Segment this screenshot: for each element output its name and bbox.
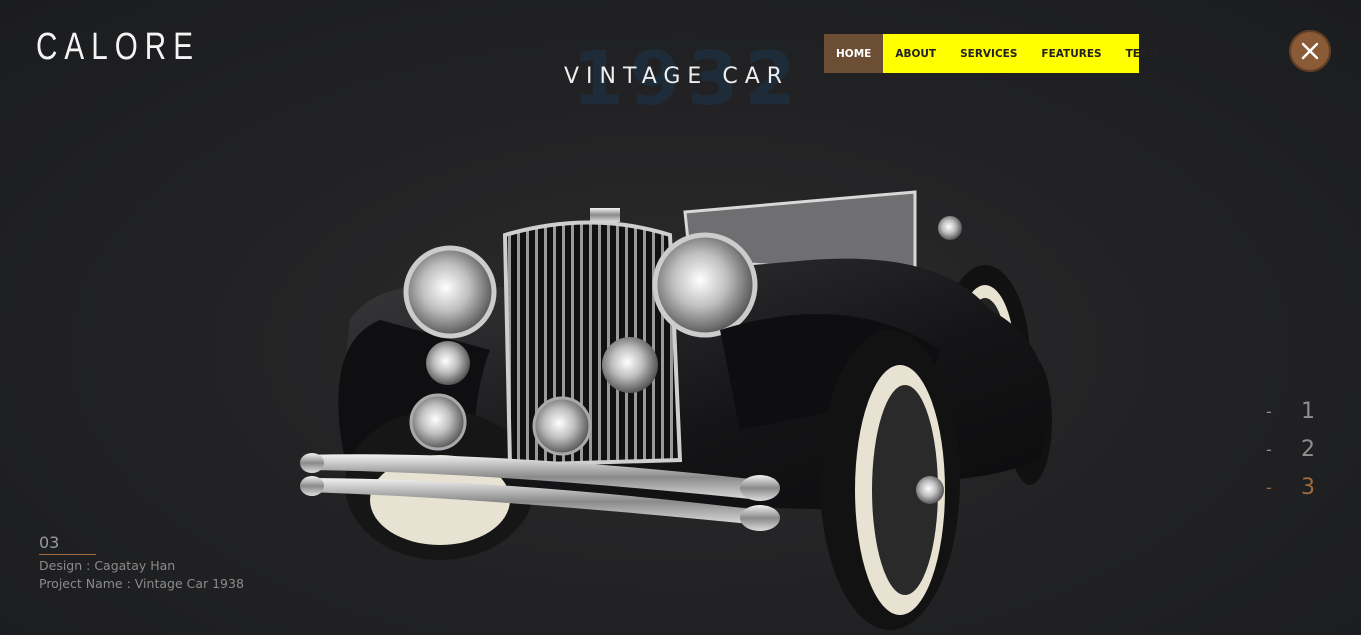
- close-button[interactable]: [1289, 30, 1331, 72]
- nav-item-about[interactable]: ABOUT: [883, 34, 948, 73]
- close-icon: [1301, 42, 1319, 60]
- slide-dash: -: [1266, 439, 1272, 459]
- slide-item-2[interactable]: - 2: [1266, 430, 1326, 468]
- slide-number: 3: [1301, 474, 1315, 500]
- slide-item-3[interactable]: - 3: [1266, 468, 1326, 506]
- main-nav: HOME ABOUT SERVICES FEATURES TEAM: [824, 34, 1158, 73]
- project-index: 03: [39, 533, 96, 555]
- nav-item-home[interactable]: HOME: [824, 34, 884, 73]
- nav-item-services[interactable]: SERVICES: [948, 34, 1029, 73]
- brand-logo[interactable]: CALORE: [36, 26, 200, 69]
- nav-item-team[interactable]: TEAM: [1114, 34, 1171, 73]
- slide-item-1[interactable]: - 1: [1266, 392, 1326, 430]
- project-designer: Design : Cagatay Han: [39, 558, 176, 573]
- vintage-car-image: [300, 190, 1052, 630]
- slide-number: 1: [1301, 398, 1315, 424]
- slide-number: 2: [1301, 436, 1315, 462]
- project-name: Project Name : Vintage Car 1938: [39, 576, 244, 591]
- nav-item-features[interactable]: FEATURES: [1029, 34, 1113, 73]
- page-title: VINTAGE CAR: [564, 64, 790, 89]
- slide-pagination: - 1 - 2 - 3: [1266, 392, 1326, 506]
- slide-dash: -: [1266, 401, 1272, 421]
- slide-dash: -: [1266, 477, 1272, 497]
- project-info: 03 Design : Cagatay Han Project Name : V…: [39, 533, 244, 591]
